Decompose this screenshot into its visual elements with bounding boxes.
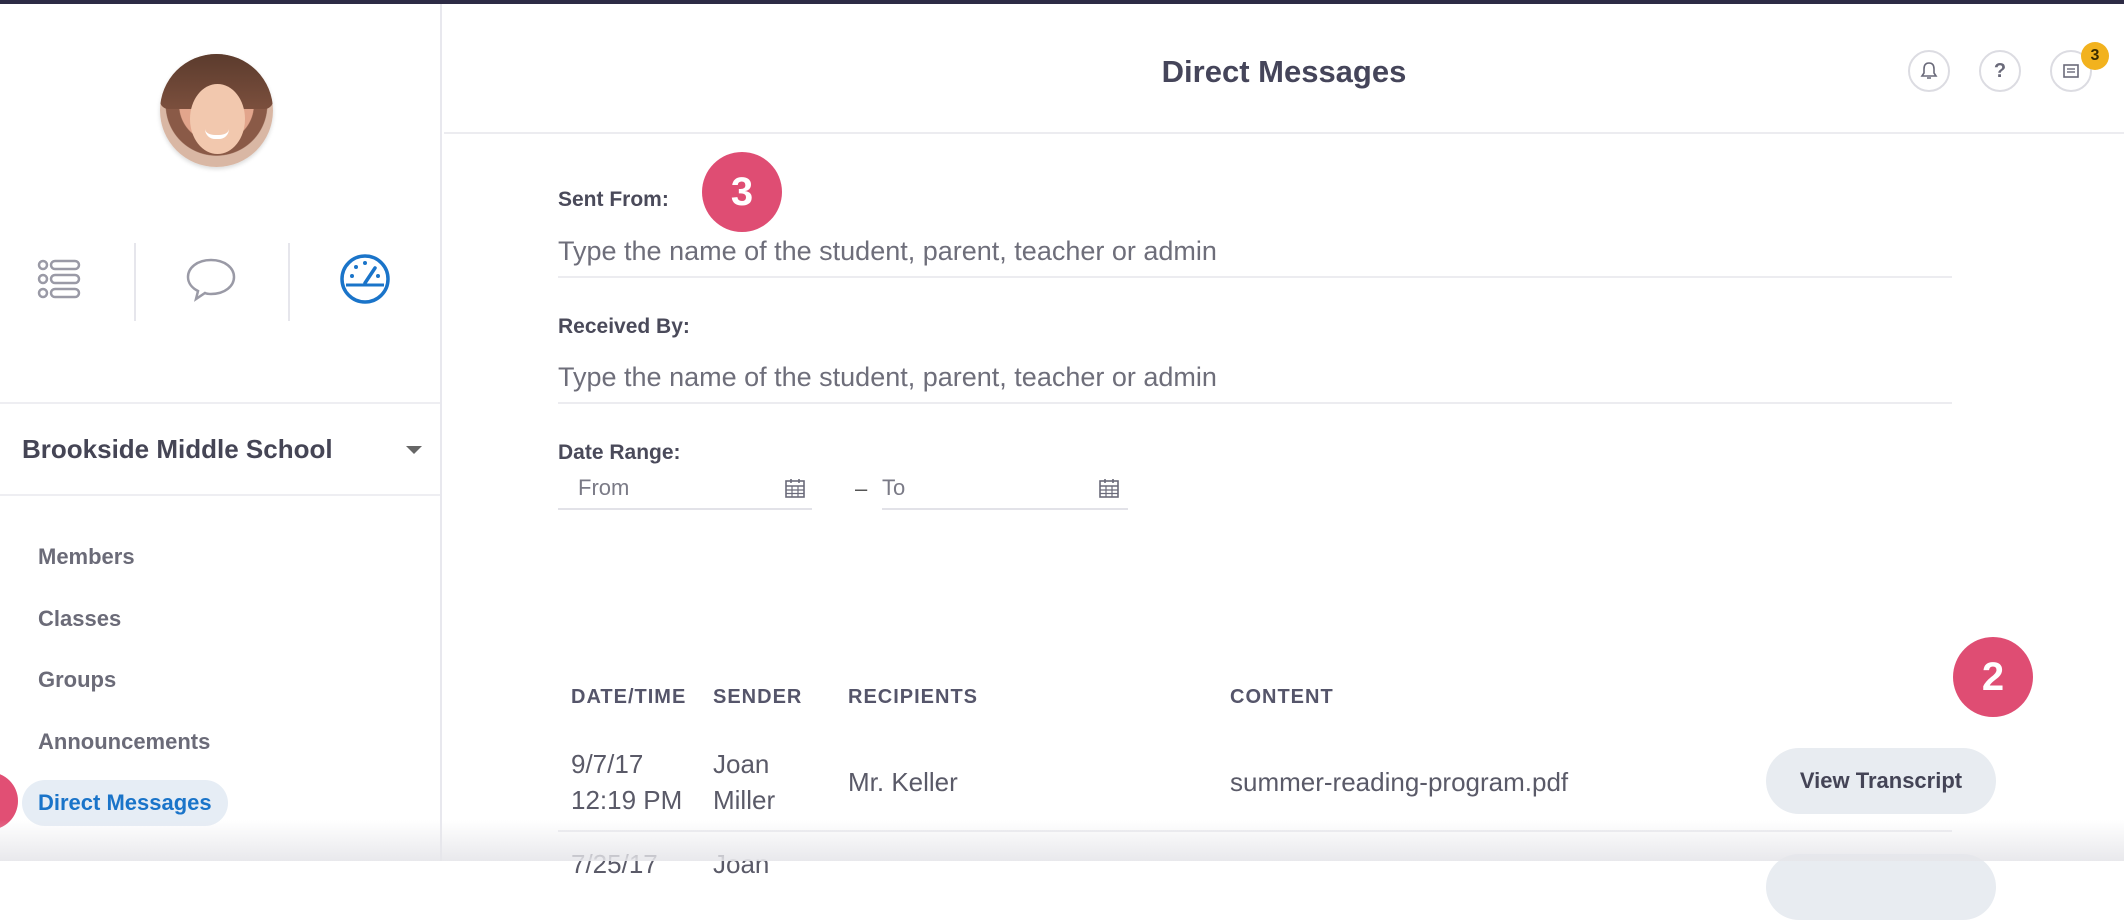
page-header: Direct Messages ? 3 (444, 4, 2124, 134)
sidebar: Brookside Middle School Members Classes … (0, 4, 442, 861)
calendar-icon[interactable] (784, 477, 806, 499)
calendar-icon[interactable] (1098, 477, 1120, 499)
column-header-recipients[interactable]: RECIPIENTS (848, 686, 978, 709)
avatar-face (190, 84, 245, 154)
sidebar-item-classes[interactable]: Classes (22, 596, 137, 642)
row-time: 12:19 PM (571, 785, 683, 815)
date-range-label: Date Range: (558, 441, 681, 464)
row-sender-last: Miller (713, 785, 776, 815)
icon-divider (134, 243, 136, 321)
view-transcript-button[interactable]: View Transcript (1766, 748, 1996, 814)
row-sender-first: Joan (713, 749, 770, 779)
icon-divider (288, 243, 290, 321)
sent-from-input[interactable] (558, 226, 1952, 278)
notification-badge: 3 (2081, 42, 2109, 70)
sidebar-view-switcher (0, 239, 442, 329)
bell-icon[interactable] (1908, 50, 1950, 92)
step-badge-3: 3 (702, 152, 782, 232)
dashboard-gauge-icon[interactable] (335, 239, 395, 319)
avatar[interactable] (160, 54, 273, 167)
view-transcript-button[interactable] (1766, 854, 1996, 920)
sent-from-label: Sent From: (558, 188, 669, 211)
row-date: 9/7/17 (571, 749, 644, 779)
school-selector[interactable]: Brookside Middle School (0, 402, 440, 496)
main-content: Direct Messages ? 3 Sent From: 3 Receive… (444, 4, 2124, 920)
list-icon[interactable] (30, 239, 90, 319)
help-icon[interactable]: ? (1979, 50, 2021, 92)
sidebar-item-members[interactable]: Members (22, 534, 151, 580)
date-from-field (558, 468, 812, 510)
column-header-content[interactable]: CONTENT (1230, 686, 1334, 709)
step-badge-2: 2 (1953, 637, 2033, 717)
date-from-input[interactable] (558, 468, 812, 508)
date-range-separator: – (855, 476, 868, 501)
received-by-label: Received By: (558, 315, 690, 338)
bottom-shadow (0, 820, 2124, 861)
column-header-sender[interactable]: SENDER (713, 686, 802, 709)
school-name: Brookside Middle School (22, 433, 333, 464)
row-recipients: Mr. Keller (848, 767, 958, 797)
column-header-datetime[interactable]: DATE/TIME (571, 686, 686, 709)
date-to-input[interactable] (882, 468, 1128, 508)
chat-bubble-icon[interactable] (181, 239, 241, 319)
sidebar-item-announcements[interactable]: Announcements (22, 719, 226, 765)
page-title: Direct Messages (1161, 54, 1407, 89)
received-by-input[interactable] (558, 352, 1952, 404)
chevron-down-icon (406, 446, 422, 454)
row-content-file[interactable]: summer-reading-program.pdf (1230, 764, 1568, 800)
date-to-field (882, 468, 1128, 510)
sidebar-item-groups[interactable]: Groups (22, 657, 132, 703)
